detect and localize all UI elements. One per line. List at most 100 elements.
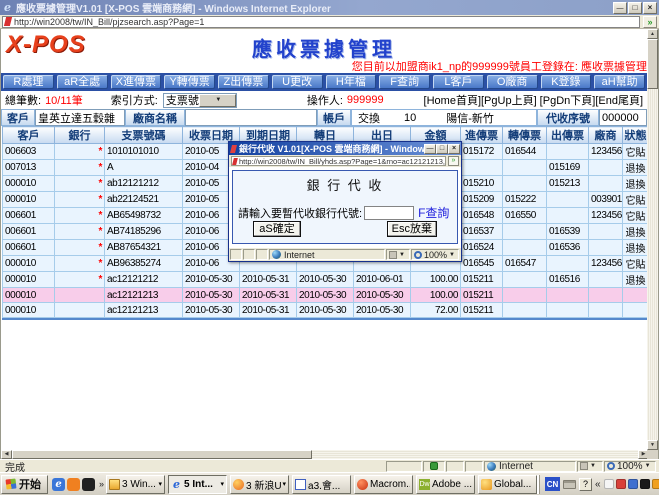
ie-launch-icon[interactable]: e <box>52 478 65 491</box>
dialog-zoom-segment[interactable]: 100% <box>411 249 459 260</box>
dialog-address-field[interactable]: http://win2008/tw/IN_Bill/yhds.asp?Page=… <box>231 156 446 166</box>
toolbar-button[interactable]: aH幫助 <box>594 75 645 89</box>
toolbar-button[interactable]: L客戶 <box>433 75 484 89</box>
help-icon[interactable] <box>579 478 592 491</box>
grid-cell <box>623 303 649 318</box>
main-titlebar[interactable]: e 應收票據管理V1.01 [X-POS 雲端商務網] - Windows In… <box>0 0 659 15</box>
tray-icons <box>604 479 659 489</box>
alert-tray-icon[interactable] <box>652 479 659 489</box>
index-select[interactable]: 支票號碼 <box>163 93 237 108</box>
confirm-button[interactable]: aS確定 <box>253 221 301 237</box>
toolbar-button[interactable]: R處理 <box>3 75 54 89</box>
grid-cell: 123456 <box>589 208 623 224</box>
taskbar-task[interactable]: 5 Int... <box>168 475 227 494</box>
dialog-zone-text: Internet <box>284 250 315 260</box>
grid-cell: 015213 <box>547 176 589 192</box>
page-title: 應收票據管理 <box>1 33 647 62</box>
dialog-prompt: 請輸入要暫代收銀行代號: <box>238 205 362 221</box>
chevron-down-icon[interactable] <box>199 94 236 107</box>
printer-icon[interactable] <box>563 480 576 489</box>
media-launch-icon[interactable] <box>67 478 80 491</box>
zoom-segment[interactable]: 100% <box>604 461 656 472</box>
start-button[interactable]: 开始 <box>1 475 48 494</box>
grid-cell: 2010-05-30 <box>183 303 240 318</box>
toolbar-button[interactable]: Y轉傳票 <box>164 75 215 89</box>
grid-cell: 2010-05-30 <box>354 303 411 318</box>
task-label: 5 Int... <box>184 479 213 490</box>
security-zone-icon <box>580 462 588 470</box>
account-type: 交換 <box>358 110 380 126</box>
vendor-input[interactable] <box>185 109 317 126</box>
vertical-scrollbar[interactable] <box>647 29 658 450</box>
toolbar-button[interactable]: O廠商 <box>487 75 538 89</box>
status-green-icon <box>430 462 438 470</box>
seq-input[interactable] <box>599 109 647 126</box>
account-bank: 陽信-新竹 <box>446 110 494 126</box>
messenger-tray-icon[interactable] <box>616 479 626 489</box>
table-row[interactable]: 000010ac121212132010-05-302010-05-312010… <box>3 303 649 318</box>
dialog-close-button[interactable] <box>448 144 460 154</box>
index-label: 索引方式: <box>111 92 158 108</box>
dialog-security-segment[interactable] <box>386 249 410 260</box>
grid-cell <box>547 288 589 303</box>
grid-cell: * <box>55 160 105 176</box>
globe-icon <box>272 250 281 259</box>
dialog-search-link[interactable]: F查詢 <box>418 204 449 221</box>
tray-collapse-icon[interactable] <box>595 479 601 490</box>
taskbar-task[interactable]: Global... <box>478 475 537 494</box>
taskbar-task[interactable]: 3 Win... <box>106 475 165 494</box>
account-field[interactable]: 交換 10 陽信-新竹 <box>351 109 537 126</box>
task-label: Global... <box>494 479 531 490</box>
toolbar-button[interactable]: H年檔 <box>326 75 377 89</box>
task-label: 3 Win... <box>122 479 156 490</box>
go-icon[interactable] <box>643 16 657 28</box>
vertical-scroll-thumb[interactable] <box>647 39 658 89</box>
quicklaunch-overflow-icon[interactable]: » <box>99 479 104 489</box>
toolbar-button[interactable]: F查詢 <box>379 75 430 89</box>
chevron-down-icon <box>283 480 287 488</box>
maximize-button[interactable] <box>628 2 642 14</box>
table-row[interactable]: 000010ac121212132010-05-302010-05-312010… <box>3 288 649 303</box>
toolbar: R處理aR全處X進傳票Y轉傳票Z出傳票U更改H年檔F查詢L客戶O廠商K登錄aH幫… <box>1 73 647 91</box>
dialog-address-bar: http://win2008/tw/IN_Bill/yhds.asp?Page=… <box>229 155 461 167</box>
dreamweaver-icon <box>419 479 430 490</box>
macromedia-icon <box>357 479 368 490</box>
language-indicator[interactable]: CN <box>545 477 560 491</box>
dialog-titlebar[interactable]: 銀行代收 V1.01[X-POS 雲端商務網] - Windows In... <box>229 142 461 155</box>
note-tray-icon[interactable] <box>604 479 614 489</box>
total-label: 總筆數: <box>5 92 41 108</box>
taskbar-task[interactable]: Adobe ... <box>416 475 475 494</box>
grid-cell: 退換 <box>623 272 649 288</box>
taskbar-task[interactable]: a3.會... <box>292 475 351 494</box>
toolbar-button[interactable]: X進傳票 <box>111 75 162 89</box>
qq-tray-icon[interactable] <box>640 479 650 489</box>
scroll-down-icon[interactable] <box>647 440 658 450</box>
table-row[interactable]: 000010*ac121212122010-05-302010-05-31201… <box>3 272 649 288</box>
taskbar-task[interactable]: 3 新浪UC <box>230 475 289 494</box>
toolbar-button[interactable]: U更改 <box>272 75 323 89</box>
close-button[interactable] <box>643 2 657 14</box>
network-tray-icon[interactable] <box>628 479 638 489</box>
taskbar-task[interactable]: Macrom... <box>354 475 413 494</box>
customer-input[interactable] <box>35 109 125 126</box>
security-segment[interactable] <box>577 461 603 472</box>
address-field[interactable]: http://win2008/tw/IN_Bill/pjzsearch.asp?… <box>2 16 640 28</box>
cancel-button[interactable]: Esc放棄 <box>387 221 437 237</box>
grid-cell: 015172 <box>461 144 503 160</box>
dialog-minimize-button[interactable] <box>424 144 436 154</box>
globe-icon <box>487 462 496 471</box>
column-header: 廠商 <box>589 127 623 144</box>
bank-code-input[interactable] <box>364 206 414 220</box>
grid-cell: 016524 <box>461 240 503 256</box>
toolbar-button[interactable]: Z出傳票 <box>218 75 269 89</box>
dialog-maximize-button[interactable] <box>436 144 448 154</box>
grid-cell: ac12121213 <box>105 288 183 303</box>
qq-launch-icon[interactable] <box>82 478 95 491</box>
dialog-go-icon[interactable] <box>448 156 459 166</box>
grid-cell <box>461 160 503 176</box>
minimize-button[interactable] <box>613 2 627 14</box>
grid-cell <box>503 176 547 192</box>
scroll-up-icon[interactable] <box>647 29 658 39</box>
toolbar-button[interactable]: aR全處 <box>57 75 108 89</box>
toolbar-button[interactable]: K登錄 <box>541 75 592 89</box>
